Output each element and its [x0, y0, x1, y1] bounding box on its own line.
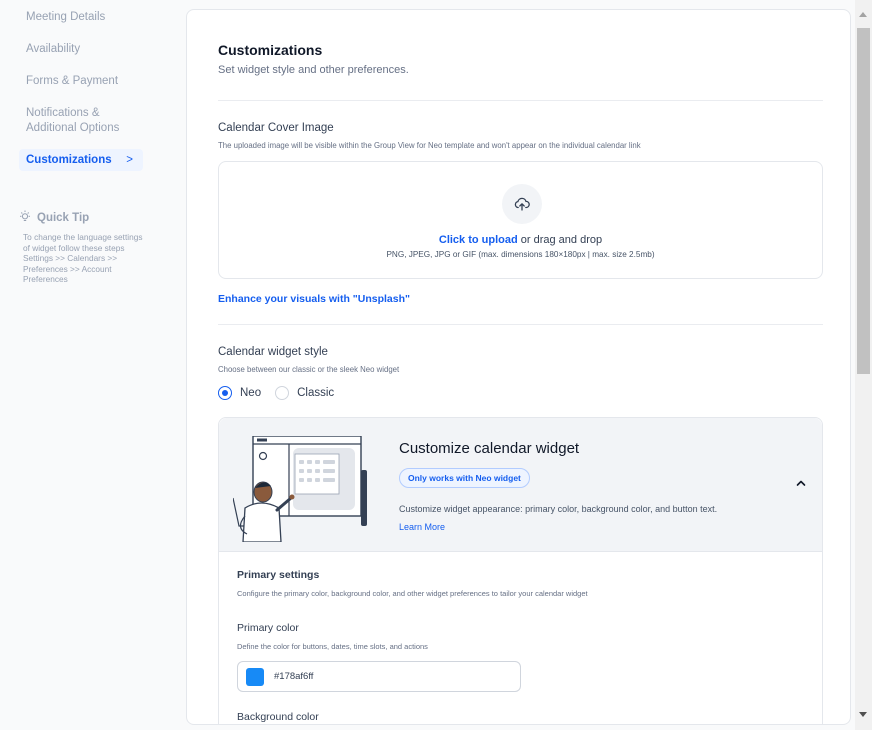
click-to-upload-link[interactable]: Click to upload	[439, 234, 518, 246]
learn-more-link[interactable]: Learn More	[399, 522, 445, 532]
primary-color-field[interactable]: #178af6ff	[237, 661, 521, 692]
lightbulb-icon	[19, 210, 31, 225]
scrollbar-thumb[interactable]	[857, 28, 870, 374]
upload-formats: PNG, JPEG, JPG or GIF (max. dimensions 1…	[386, 250, 655, 259]
customize-widget-title: Customize calendar widget	[399, 440, 580, 457]
sidebar-item-customizations[interactable]: Customizations >	[19, 149, 143, 171]
quick-tip: Quick Tip To change the language setting…	[19, 210, 149, 285]
radio-label: Neo	[240, 387, 262, 399]
primary-color-help: Define the color for buttons, dates, tim…	[237, 642, 428, 651]
sidebar-item-notifications[interactable]: Notifications & Additional Options	[19, 106, 143, 136]
sidebar-item-label: Notifications &	[26, 107, 100, 119]
page-title: Customizations	[218, 42, 323, 58]
sidebar-item-label: Additional Options	[26, 121, 120, 134]
sidebar-item-availability[interactable]: Availability	[19, 42, 143, 57]
background-color-label: Background color	[237, 711, 319, 723]
widget-style-help: Choose between our classic or the sleek …	[218, 365, 400, 374]
page-subtitle: Set widget style and other preferences.	[218, 64, 409, 76]
scroll-up-icon[interactable]	[859, 12, 867, 17]
page-scrollbar[interactable]	[855, 0, 872, 730]
radio-classic[interactable]: Classic	[275, 386, 334, 400]
customize-widget-section: Customize calendar widget Only works wit…	[218, 417, 823, 724]
divider	[218, 324, 823, 325]
sidebar-item-label: Meeting Details	[26, 11, 106, 23]
customizations-panel: Customizations Set widget style and othe…	[186, 9, 851, 725]
customize-widget-header[interactable]: Customize calendar widget Only works wit…	[219, 418, 822, 552]
upload-instructions: or drag and drop	[517, 234, 603, 246]
customize-widget-description: Customize widget appearance: primary col…	[399, 504, 718, 514]
neo-only-badge: Only works with Neo widget	[399, 468, 530, 488]
cover-image-dropzone[interactable]: Click to upload or drag and drop PNG, JP…	[218, 161, 823, 279]
primary-color-value: #178af6ff	[274, 671, 314, 682]
radio-neo[interactable]: Neo	[218, 386, 261, 400]
radio-button[interactable]	[275, 386, 290, 400]
scroll-down-icon[interactable]	[859, 712, 867, 717]
widget-illustration	[232, 435, 368, 547]
primary-settings-help: Configure the primary color, background …	[237, 589, 588, 598]
sidebar-item-label: Forms & Payment	[26, 75, 119, 87]
widget-style-label: Calendar widget style	[218, 346, 328, 358]
radio-button-selected[interactable]	[218, 386, 232, 400]
cover-image-help: The uploaded image will be visible withi…	[218, 141, 641, 150]
quick-tip-title: Quick Tip	[37, 211, 90, 224]
settings-sidebar: Meeting Details Availability Forms & Pay…	[0, 0, 160, 730]
sidebar-item-label: Customizations	[26, 154, 112, 166]
unsplash-link[interactable]: Enhance your visuals with "Unsplash"	[218, 293, 410, 305]
upload-cloud-icon	[502, 184, 542, 224]
primary-settings-title: Primary settings	[237, 569, 320, 581]
color-swatch[interactable]	[246, 667, 264, 686]
quick-tip-text: To change the language settings of widge…	[23, 232, 143, 284]
sidebar-item-meeting-details[interactable]: Meeting Details	[19, 10, 143, 25]
chevron-right-icon: >	[126, 154, 133, 166]
radio-label: Classic	[297, 387, 335, 399]
divider	[218, 100, 823, 101]
sidebar-item-forms-payment[interactable]: Forms & Payment	[19, 74, 143, 89]
sidebar-item-label: Availability	[26, 43, 81, 55]
widget-style-radio-group: Neo Classic	[218, 386, 348, 400]
cover-image-label: Calendar Cover Image	[218, 122, 334, 134]
chevron-up-icon[interactable]	[794, 476, 808, 490]
primary-color-label: Primary color	[237, 622, 299, 634]
